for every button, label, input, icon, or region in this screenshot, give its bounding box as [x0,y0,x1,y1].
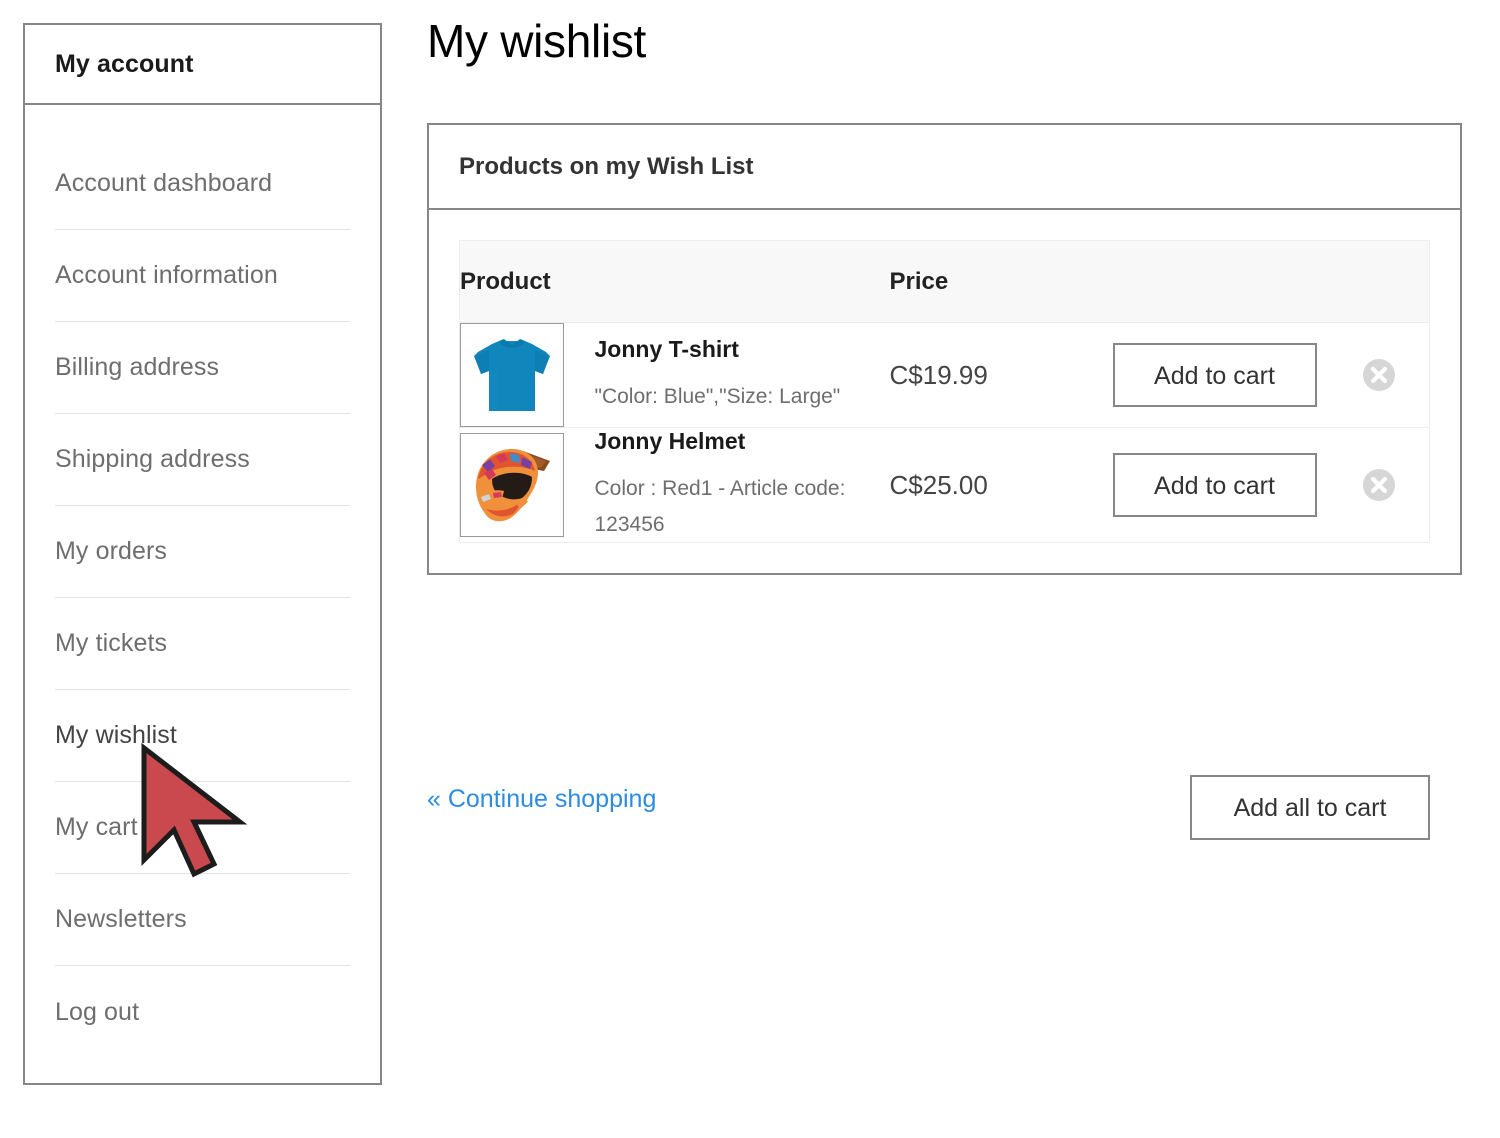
sidebar-item-shipping-address[interactable]: Shipping address [55,414,350,506]
sidebar-item-label: My orders [55,537,168,565]
sidebar-header-title: My account [55,49,194,78]
wishlist-table-body: Jonny T-shirt "Color: Blue","Size: Large… [459,322,1430,543]
product-action-cell: Add to cart [1100,428,1330,543]
sidebar-item-my-orders[interactable]: My orders [55,506,350,598]
product-info-cell: Jonny Helmet Color : Red1 - Article code… [595,428,890,543]
wishlist-panel-header: Products on my Wish List [429,125,1460,210]
sidebar-item-log-out[interactable]: Log out [55,966,350,1058]
sidebar-item-label: Log out [55,997,140,1026]
add-to-cart-button[interactable]: Add to cart [1112,343,1317,407]
wishlist-panel: Products on my Wish List Product Price J… [427,123,1462,576]
add-to-cart-button[interactable]: Add to cart [1112,453,1317,518]
product-thumbnail-cell [459,322,595,428]
remove-circle-x-icon[interactable] [1362,468,1396,502]
sidebar-item-newsletters[interactable]: Newsletters [55,874,350,966]
continue-shopping-link[interactable]: « Continue shopping [427,785,656,814]
page-title: My wishlist [427,15,647,67]
column-header-price: Price [889,240,1100,323]
sidebar-item-label: Account dashboard [55,169,273,197]
sidebar-item-label: Shipping address [55,445,250,473]
account-sidebar: My account Account dashboard Account inf… [23,23,382,1085]
sidebar-header: My account [25,25,380,105]
add-all-to-cart-button[interactable]: Add all to cart [1190,775,1430,840]
sidebar-item-billing-address[interactable]: Billing address [55,322,350,414]
product-name: Jonny Helmet [594,428,746,454]
column-header-action [1099,240,1330,323]
wishlist-table-head: Product Price [459,240,1430,323]
sidebar-item-label: Account information [55,261,278,289]
product-info-cell: Jonny T-shirt "Color: Blue","Size: Large… [594,322,890,428]
sidebar-item-label: Billing address [55,353,220,381]
sidebar-nav: Account dashboard Account information Bi… [25,105,380,1058]
page-root: My account Account dashboard Account inf… [0,0,1500,1138]
sidebar-item-my-tickets[interactable]: My tickets [55,598,350,690]
product-price: C$25.00 [889,469,988,500]
product-action-cell: Add to cart [1099,322,1330,428]
main-content: My wishlist Products on my Wish List Pro… [427,0,1462,576]
sidebar-item-my-wishlist[interactable]: My wishlist [55,690,350,782]
product-options: Color : Red1 - Article code: 123456 [594,477,846,536]
product-thumbnail-cell [460,428,595,543]
column-header-product: Product [459,240,890,323]
product-name: Jonny T-shirt [594,335,739,362]
sidebar-item-label: My cart [55,813,138,841]
sidebar-item-account-information[interactable]: Account information [55,230,350,322]
table-header-row: Product Price [459,240,1430,323]
product-remove-cell [1330,428,1430,543]
product-image-helmet[interactable] [460,433,564,538]
remove-circle-x-icon[interactable] [1362,358,1396,392]
sidebar-item-label: My wishlist [55,721,177,749]
product-remove-cell [1329,322,1430,428]
sidebar-item-account-dashboard[interactable]: Account dashboard [55,138,350,230]
table-row: Jonny T-shirt "Color: Blue","Size: Large… [459,322,1430,428]
product-image-tshirt[interactable] [460,323,564,427]
table-row: Jonny Helmet Color : Red1 - Article code… [460,428,1430,543]
column-header-remove [1329,240,1430,323]
sidebar-item-label: Newsletters [55,905,187,933]
sidebar-item-my-cart[interactable]: My cart [55,782,350,874]
product-options: "Color: Blue","Size: Large" [594,384,841,408]
product-price: C$19.99 [889,322,1100,428]
sidebar-item-label: My tickets [55,629,168,657]
wishlist-panel-body: Product Price Jonny T-shirt "Color: Blue… [429,210,1460,573]
wishlist-table: Product Price Jonny T-shirt "Color: Blue… [459,240,1430,544]
wishlist-footer-actions: « Continue shopping Add all to cart [427,775,1462,850]
wishlist-panel-title: Products on my Wish List [459,152,754,180]
